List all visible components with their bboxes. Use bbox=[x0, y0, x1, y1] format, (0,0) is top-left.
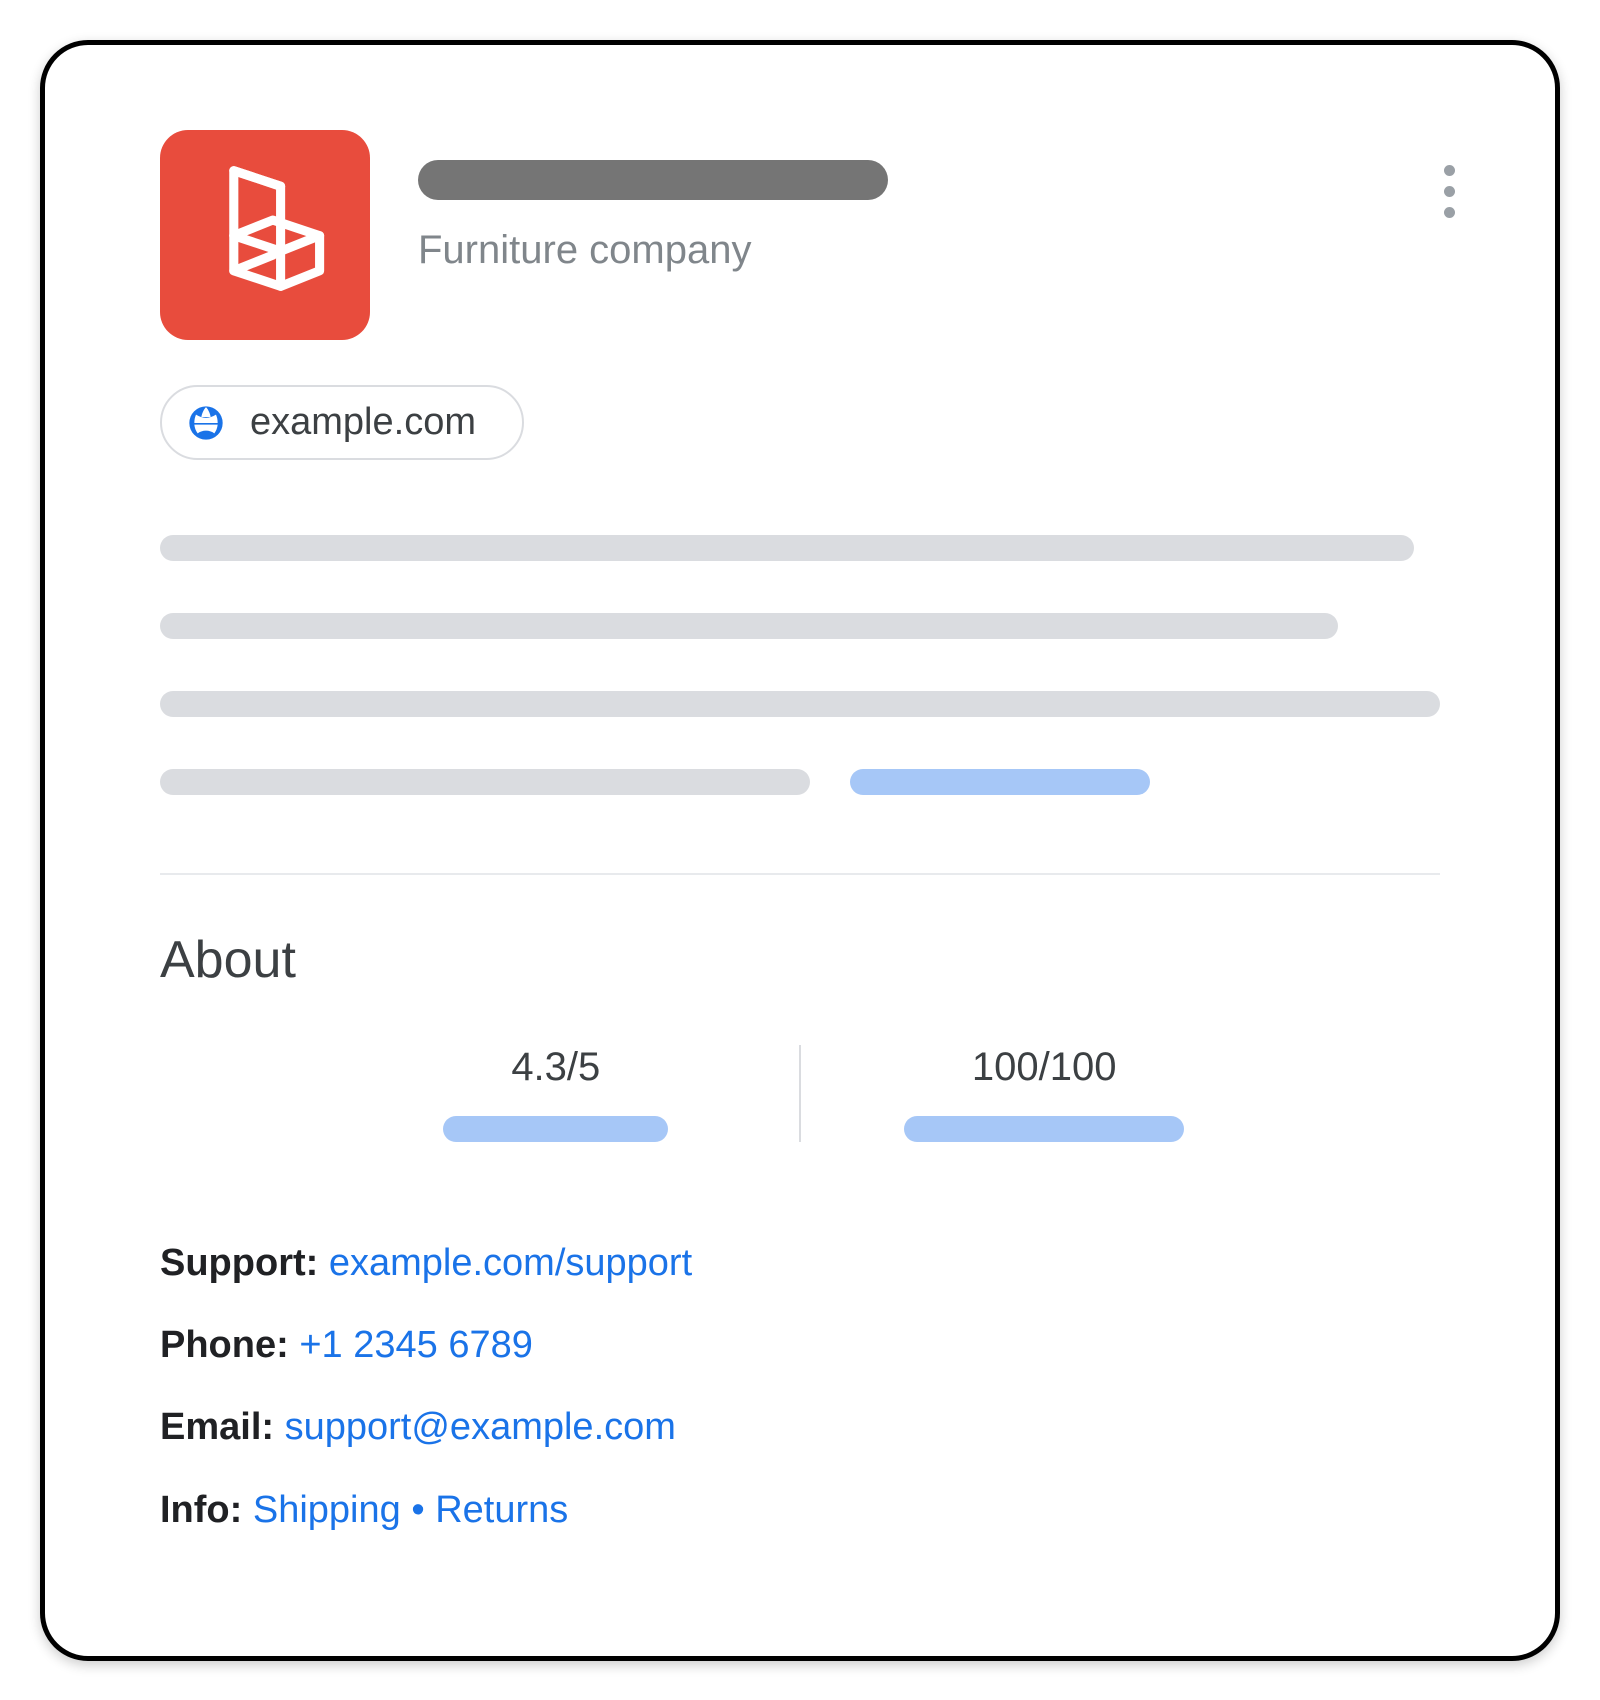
description-placeholder bbox=[160, 535, 1440, 795]
dot-icon bbox=[1444, 165, 1455, 176]
stat-label-placeholder bbox=[443, 1116, 668, 1142]
email-link[interactable]: support@example.com bbox=[285, 1406, 676, 1448]
company-category: Furniture company bbox=[418, 228, 1440, 273]
support-row: Support: example.com/support bbox=[160, 1227, 1440, 1299]
card-header: Furniture company bbox=[160, 130, 1440, 340]
email-row: Email: support@example.com bbox=[160, 1391, 1440, 1463]
score-stat: 100/100 bbox=[801, 1045, 1287, 1142]
stats-row: 4.3/5 100/100 bbox=[160, 1045, 1440, 1142]
returns-link[interactable]: Returns bbox=[435, 1489, 568, 1531]
phone-row: Phone: +1 2345 6789 bbox=[160, 1309, 1440, 1381]
website-text: example.com bbox=[250, 401, 476, 444]
dot-icon bbox=[1444, 207, 1455, 218]
shipping-link[interactable]: Shipping bbox=[253, 1489, 401, 1531]
info-separator: • bbox=[401, 1489, 435, 1531]
info-label: Info: bbox=[160, 1489, 242, 1531]
info-row: Info: Shipping • Returns bbox=[160, 1474, 1440, 1546]
support-link[interactable]: example.com/support bbox=[329, 1242, 692, 1284]
chair-icon bbox=[200, 160, 330, 310]
dot-icon bbox=[1444, 186, 1455, 197]
section-divider bbox=[160, 873, 1440, 875]
email-label: Email: bbox=[160, 1406, 274, 1448]
support-label: Support: bbox=[160, 1242, 318, 1284]
phone-label: Phone: bbox=[160, 1324, 289, 1366]
website-chip[interactable]: example.com bbox=[160, 385, 524, 460]
link-placeholder[interactable] bbox=[850, 769, 1150, 795]
company-logo bbox=[160, 130, 370, 340]
text-line-placeholder bbox=[160, 613, 1338, 639]
more-options-button[interactable] bbox=[1444, 165, 1455, 218]
rating-value: 4.3/5 bbox=[511, 1045, 600, 1090]
text-line-placeholder bbox=[160, 769, 810, 795]
text-line-placeholder bbox=[160, 535, 1414, 561]
contact-section: Support: example.com/support Phone: +1 2… bbox=[160, 1227, 1440, 1546]
about-heading: About bbox=[160, 930, 1440, 990]
phone-link[interactable]: +1 2345 6789 bbox=[299, 1324, 533, 1366]
title-block: Furniture company bbox=[418, 130, 1440, 273]
globe-icon bbox=[186, 403, 226, 443]
knowledge-card: Furniture company example.com About 4.3/… bbox=[40, 40, 1560, 1661]
score-value: 100/100 bbox=[972, 1045, 1117, 1090]
title-placeholder bbox=[418, 160, 888, 200]
stat-label-placeholder bbox=[904, 1116, 1184, 1142]
text-line-placeholder bbox=[160, 691, 1440, 717]
rating-stat: 4.3/5 bbox=[313, 1045, 799, 1142]
